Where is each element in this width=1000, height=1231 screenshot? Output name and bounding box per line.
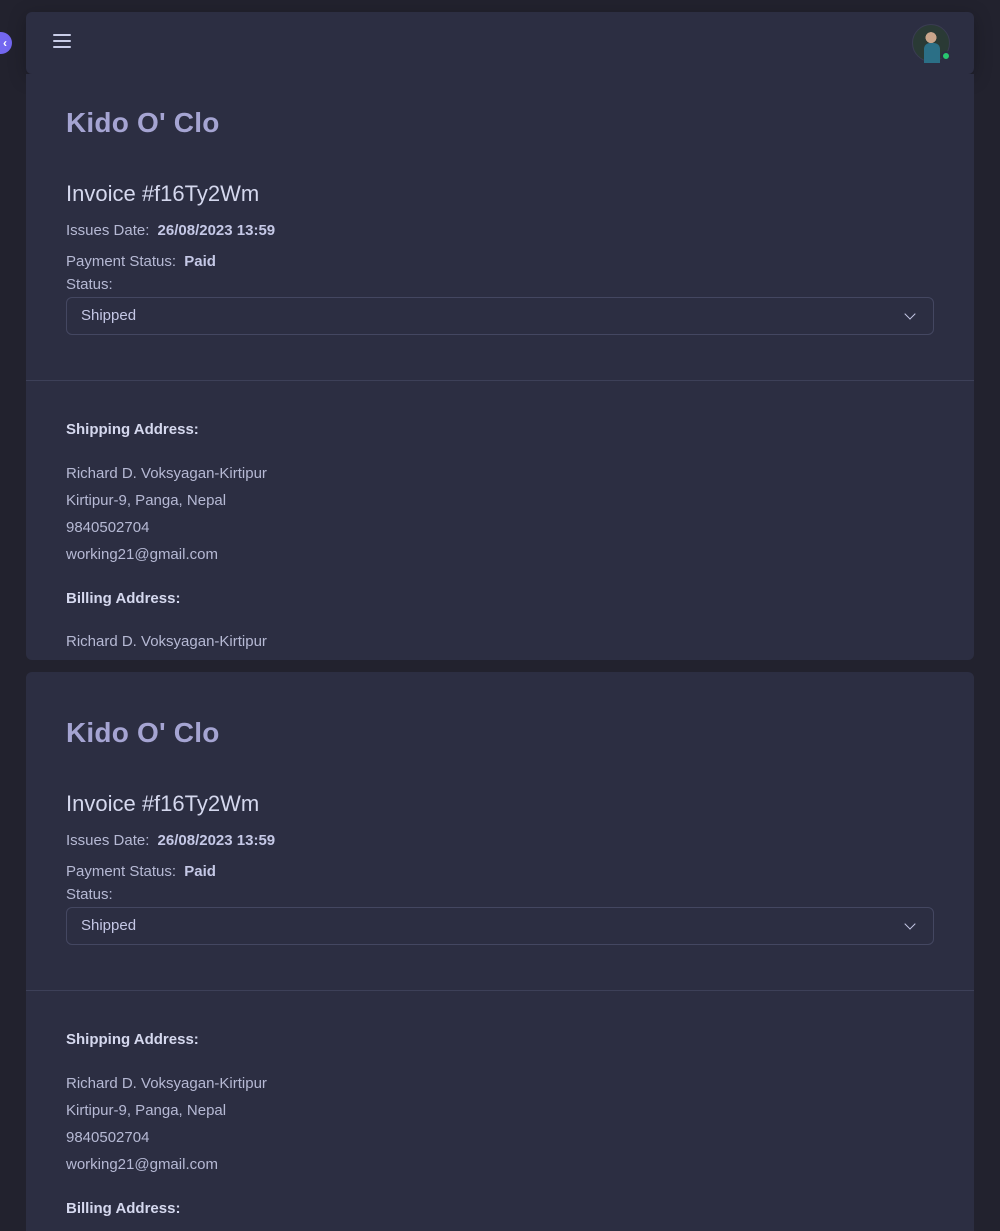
shipping-email: working21@gmail.com — [66, 546, 218, 563]
payment-status-value: Paid — [184, 863, 216, 880]
shipping-address: Richard D. Voksyagan-Kirtipur Kirtipur-9… — [66, 465, 934, 564]
issues-date-row: Issues Date: 26/08/2023 13:59 — [66, 222, 934, 240]
hamburger-icon[interactable] — [53, 34, 71, 48]
payment-status-value: Paid — [184, 253, 216, 270]
issues-date-label: Issues Date: — [66, 832, 150, 849]
chevron-left-icon: ‹ — [3, 36, 7, 50]
invoice-header: Kido O' Clo Invoice #f16Ty2Wm Issues Dat… — [26, 74, 974, 380]
issues-date-value: 26/08/2023 13:59 — [157, 222, 276, 239]
shipping-address-title: Shipping Address: — [66, 1031, 199, 1048]
billing-address-title: Billing Address: — [66, 590, 181, 607]
billing-address: Richard D. Voksyagan-Kirtipur — [66, 633, 934, 651]
shipping-street: Kirtipur-9, Panga, Nepal — [66, 1102, 227, 1119]
brand-title: Kido O' Clo — [66, 107, 220, 138]
issues-date-row: Issues Date: 26/08/2023 13:59 — [66, 832, 934, 850]
shipping-phone: 9840502704 — [66, 1129, 150, 1146]
invoice-title: Invoice #f16Ty2Wm — [66, 181, 260, 206]
invoice-header: Kido O' Clo Invoice #f16Ty2Wm Issues Dat… — [26, 672, 974, 990]
user-avatar[interactable] — [912, 24, 951, 63]
billing-address-title: Billing Address: — [66, 1200, 181, 1217]
status-label: Status: — [66, 276, 113, 293]
issues-date-value: 26/08/2023 13:59 — [157, 832, 276, 849]
payment-status-row: Payment Status: Paid — [66, 863, 934, 881]
status-select-value: Shipped — [81, 917, 137, 934]
payment-status-label: Payment Status: — [66, 253, 177, 270]
invoice-title: Invoice #f16Ty2Wm — [66, 791, 260, 816]
invoice-addresses: Shipping Address: Richard D. Voksyagan-K… — [26, 991, 974, 1218]
invoice-card: Kido O' Clo Invoice #f16Ty2Wm Issues Dat… — [26, 672, 974, 1231]
page: ‹ Kido O' Clo Invoice #f16Ty2Wm Issues D… — [0, 0, 1000, 1231]
shipping-address-title: Shipping Address: — [66, 421, 199, 438]
shipping-name: Richard D. Voksyagan-Kirtipur — [66, 465, 267, 482]
shipping-street: Kirtipur-9, Panga, Nepal — [66, 492, 227, 509]
status-select[interactable]: Shipped — [66, 297, 934, 335]
chevron-down-icon — [904, 918, 916, 930]
invoice-card: Kido O' Clo Invoice #f16Ty2Wm Issues Dat… — [26, 74, 974, 660]
brand-title: Kido O' Clo — [66, 717, 220, 748]
issues-date-label: Issues Date: — [66, 222, 150, 239]
status-select[interactable]: Shipped — [66, 907, 934, 945]
chevron-down-icon — [904, 308, 916, 320]
status-select-value: Shipped — [81, 307, 137, 324]
payment-status-label: Payment Status: — [66, 863, 177, 880]
shipping-name: Richard D. Voksyagan-Kirtipur — [66, 1075, 267, 1092]
invoice-addresses: Shipping Address: Richard D. Voksyagan-K… — [26, 381, 974, 651]
online-status-badge — [941, 51, 951, 61]
shipping-phone: 9840502704 — [66, 519, 150, 536]
payment-status-row: Payment Status: Paid — [66, 253, 934, 271]
billing-name: Richard D. Voksyagan-Kirtipur — [66, 633, 267, 650]
shipping-address: Richard D. Voksyagan-Kirtipur Kirtipur-9… — [66, 1075, 934, 1174]
top-navbar — [26, 12, 974, 74]
shipping-email: working21@gmail.com — [66, 1156, 218, 1173]
sidebar-toggle-button[interactable]: ‹ — [0, 32, 12, 54]
status-label: Status: — [66, 886, 113, 903]
